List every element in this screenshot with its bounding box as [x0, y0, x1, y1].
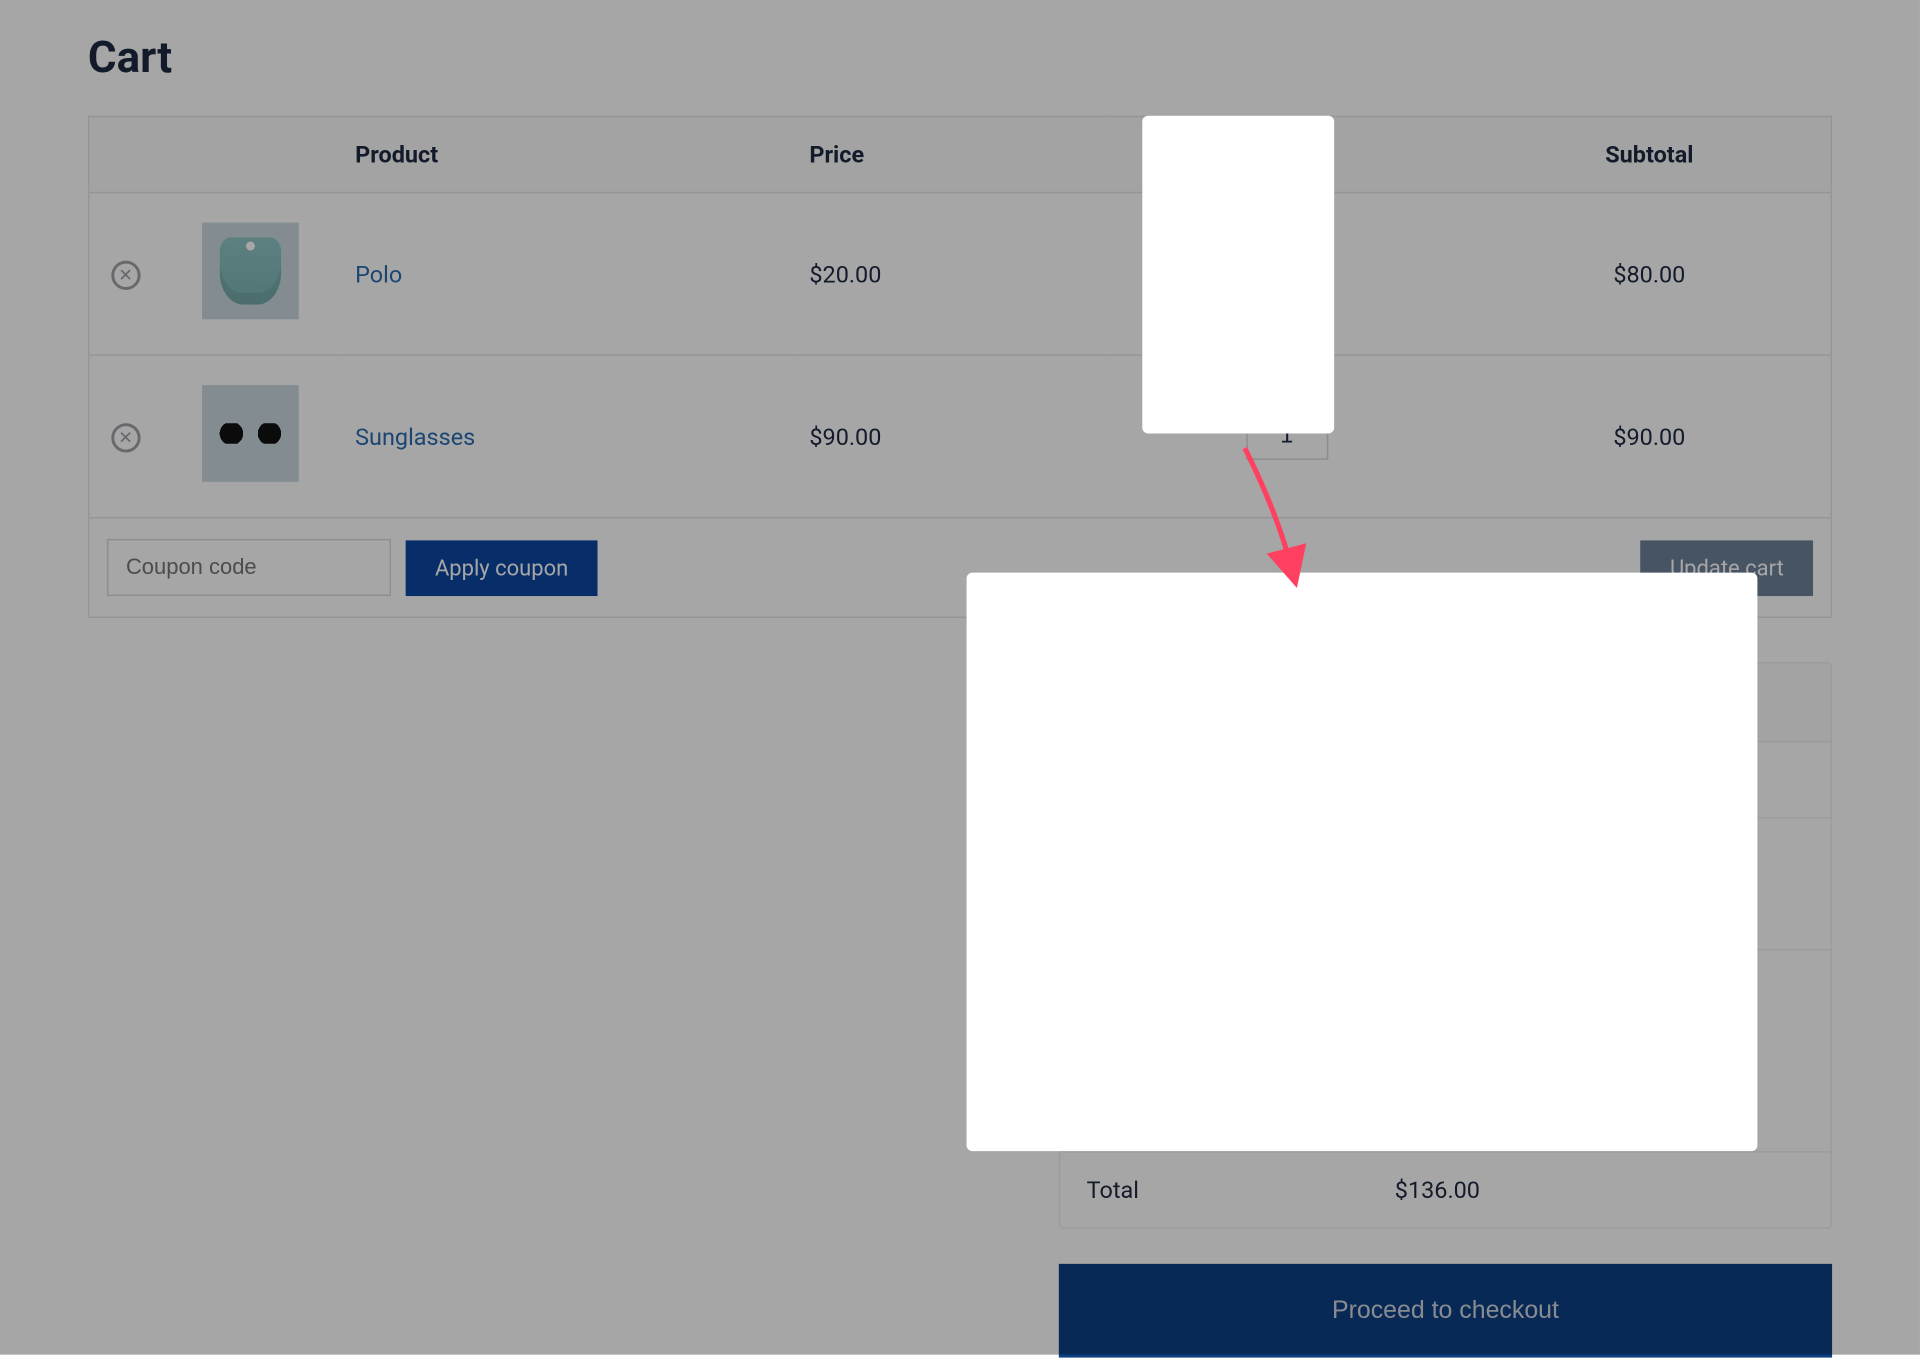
col-header-product: Product	[338, 116, 792, 192]
highlight-cart-totals	[967, 573, 1758, 1151]
close-icon: ✕	[118, 428, 133, 446]
remove-item-button[interactable]: ✕	[111, 260, 140, 289]
proceed-to-checkout-button[interactable]: Proceed to checkout	[1059, 1264, 1832, 1358]
subtotal-value: $80.00	[1468, 193, 1831, 356]
table-row: ✕ Sunglasses $90.00 $90.00	[89, 355, 1832, 518]
total-label: Total	[1060, 1152, 1368, 1227]
col-header-remove	[89, 116, 162, 192]
remove-item-button[interactable]: ✕	[111, 423, 140, 452]
table-row: ✕ Polo $20.00 $80.00	[89, 193, 1832, 356]
page-title: Cart	[88, 32, 1832, 83]
subtotal-value: $90.00	[1468, 355, 1831, 518]
product-link[interactable]: Polo	[355, 260, 402, 288]
apply-coupon-button[interactable]: Apply coupon	[406, 540, 598, 596]
col-header-price: Price	[792, 116, 1106, 192]
price-value: $20.00	[792, 193, 1106, 356]
product-thumbnail[interactable]	[201, 223, 298, 320]
total-row: Total $136.00	[1060, 1152, 1830, 1227]
col-header-subtotal: Subtotal	[1468, 116, 1831, 192]
product-thumbnail[interactable]	[201, 385, 298, 482]
price-value: $90.00	[792, 355, 1106, 518]
product-link[interactable]: Sunglasses	[355, 423, 475, 451]
close-icon: ✕	[118, 266, 133, 284]
highlight-quantity-column	[1142, 116, 1334, 434]
total-amount: $136.00	[1368, 1152, 1830, 1227]
cart-table: Product Price Quantity Subtotal ✕ Polo $…	[88, 116, 1832, 618]
col-header-thumb	[162, 116, 338, 192]
coupon-code-input[interactable]	[107, 539, 391, 596]
